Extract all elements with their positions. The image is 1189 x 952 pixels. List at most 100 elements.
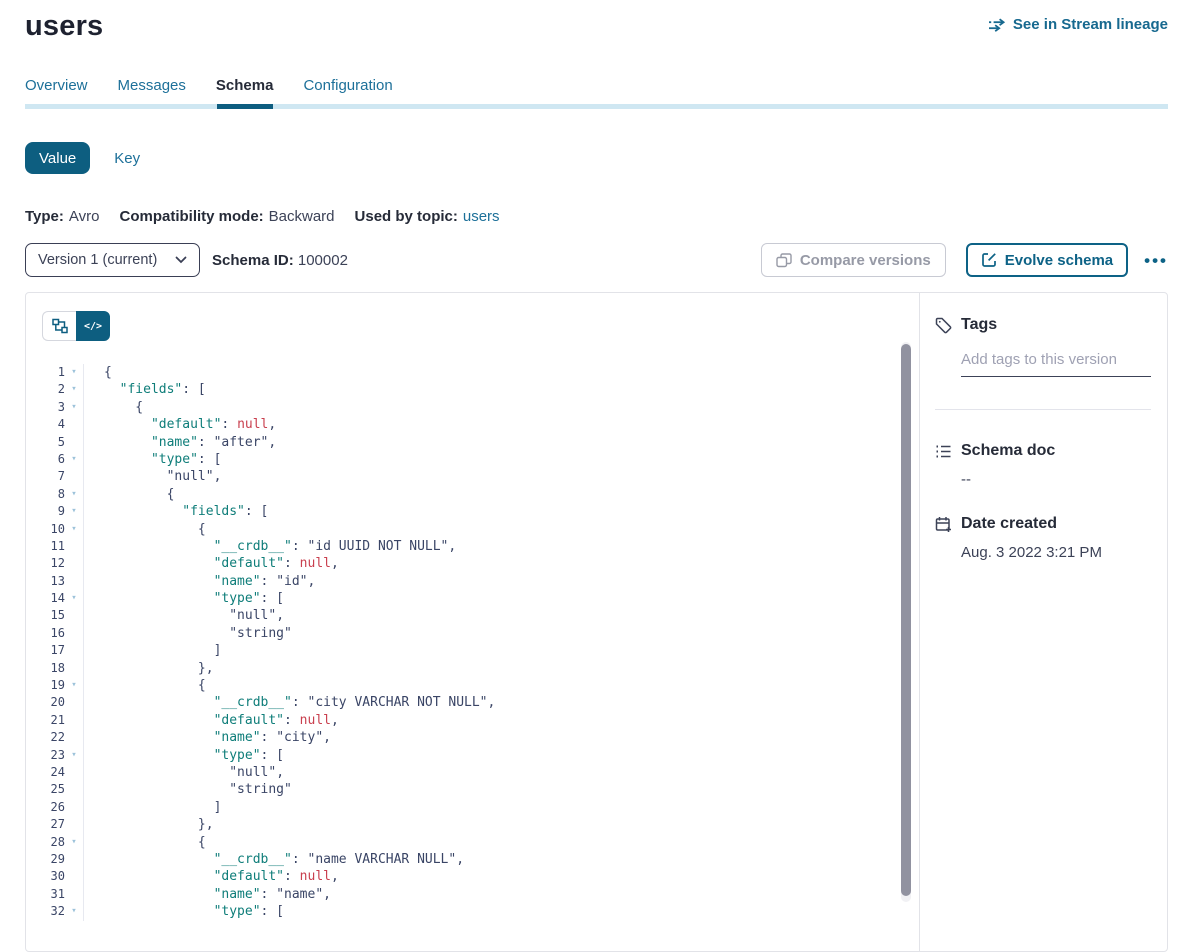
line-number: 20 <box>31 694 65 711</box>
fold-arrow-icon[interactable]: ▾ <box>65 677 83 694</box>
code-text: { <box>84 486 174 503</box>
code-line: 15"null", <box>26 607 919 624</box>
code-text: { <box>84 677 206 694</box>
fold-arrow-icon[interactable]: ▾ <box>65 834 83 851</box>
code-view-icon: </> <box>84 321 102 332</box>
line-number: 5 <box>31 434 65 451</box>
code-text: "name": "after", <box>84 434 276 451</box>
code-view-button[interactable]: </> <box>76 311 110 341</box>
code-text: }, <box>84 660 214 677</box>
code-line: 27}, <box>26 816 919 833</box>
code-line: 32▾"type": [ <box>26 903 919 920</box>
code-line: 21"default": null, <box>26 712 919 729</box>
fold-arrow-icon[interactable]: ▾ <box>65 486 83 503</box>
code-line: 2▾"fields": [ <box>26 381 919 398</box>
compare-versions-label: Compare versions <box>800 252 931 269</box>
chevron-down-icon <box>175 256 187 264</box>
fold-arrow-icon[interactable]: ▾ <box>65 364 83 381</box>
code-line: 8▾{ <box>26 486 919 503</box>
line-number: 30 <box>31 868 65 885</box>
more-actions-icon: ••• <box>1144 251 1168 270</box>
code-line: 31"name": "name", <box>26 886 919 903</box>
stream-lineage-icon <box>988 18 1006 32</box>
code-text: "__crdb__": "city VARCHAR NOT NULL", <box>84 694 495 711</box>
line-number: 21 <box>31 712 65 729</box>
list-icon <box>935 443 952 460</box>
compare-versions-icon <box>776 253 792 268</box>
code-line: 28▾{ <box>26 834 919 851</box>
schema-doc-value: -- <box>961 471 1151 488</box>
version-select[interactable]: Version 1 (current) <box>25 243 200 277</box>
stream-lineage-label: See in Stream lineage <box>1013 16 1168 33</box>
tab-overview[interactable]: Overview <box>25 77 88 104</box>
line-number: 27 <box>31 816 65 833</box>
code-line: 19▾{ <box>26 677 919 694</box>
view-mode-toggle: </> <box>42 311 110 341</box>
fold-arrow-icon[interactable]: ▾ <box>65 399 83 416</box>
fold-arrow-icon[interactable]: ▾ <box>65 451 83 468</box>
more-actions-button[interactable]: ••• <box>1144 252 1168 269</box>
schema-controls-row: Version 1 (current) Schema ID: 100002 Co… <box>25 243 1168 277</box>
tag-icon <box>935 317 952 334</box>
tab-bar: Overview Messages Schema Configuration <box>25 77 1168 109</box>
evolve-schema-button[interactable]: Evolve schema <box>966 243 1128 277</box>
code-text: "type": [ <box>84 590 284 607</box>
tab-messages[interactable]: Messages <box>118 77 186 104</box>
fold-arrow-icon[interactable]: ▾ <box>65 503 83 520</box>
compatibility-label: Compatibility mode: <box>119 208 263 225</box>
line-number: 11 <box>31 538 65 555</box>
code-text: "type": [ <box>84 747 284 764</box>
code-line: 23▾"type": [ <box>26 747 919 764</box>
fold-arrow-icon[interactable]: ▾ <box>65 521 83 538</box>
page-title: users <box>25 10 103 43</box>
code-line: 5 "name": "after", <box>26 434 919 451</box>
tree-view-button[interactable] <box>42 311 76 341</box>
line-number: 24 <box>31 764 65 781</box>
date-created-title: Date created <box>961 515 1057 533</box>
key-toggle-button[interactable]: Key <box>114 150 140 167</box>
code-line: 14▾"type": [ <box>26 590 919 607</box>
schema-json-editor: 1▾{2▾"fields": [3▾{4"default": null,5"na… <box>26 364 919 930</box>
code-text: "name": "id", <box>84 573 315 590</box>
fold-arrow-icon[interactable]: ▾ <box>65 381 83 398</box>
line-number: 25 <box>31 781 65 798</box>
code-text: "type": [ <box>84 451 221 468</box>
fold-arrow-icon[interactable]: ▾ <box>65 903 83 920</box>
code-line: 26] <box>26 799 919 816</box>
line-number: 3 <box>31 399 65 416</box>
fold-arrow-icon[interactable]: ▾ <box>65 590 83 607</box>
code-line: 17] <box>26 642 919 659</box>
line-number: 16 <box>31 625 65 642</box>
line-number: 17 <box>31 642 65 659</box>
line-number: 1 <box>31 364 65 381</box>
line-number: 12 <box>31 555 65 572</box>
schema-doc-title: Schema doc <box>961 442 1055 460</box>
fold-arrow-icon[interactable]: ▾ <box>65 747 83 764</box>
code-text: "string" <box>84 781 292 798</box>
page-header: users See in Stream lineage <box>25 0 1168 43</box>
add-tags-input[interactable] <box>961 351 1151 377</box>
schema-doc-section: Schema doc -- <box>935 442 1151 488</box>
schema-panel: </> 1▾{2▾"fields": [3▾{4"default": null,… <box>25 292 1168 952</box>
code-line: 10▾{ <box>26 521 919 538</box>
stream-lineage-link[interactable]: See in Stream lineage <box>988 16 1168 33</box>
schema-sidebar: Tags Schema doc -- <box>919 293 1167 951</box>
version-select-value: Version 1 (current) <box>38 252 157 268</box>
code-text: "default": null, <box>84 416 276 433</box>
compare-versions-button[interactable]: Compare versions <box>761 243 946 277</box>
compatibility-value: Backward <box>269 208 335 225</box>
line-number: 7 <box>31 468 65 485</box>
code-text: "name": "city", <box>84 729 331 746</box>
tab-schema[interactable]: Schema <box>216 77 274 104</box>
editor-scrollbar-thumb[interactable] <box>901 344 911 896</box>
sidebar-divider <box>935 409 1151 410</box>
code-text: ] <box>84 642 221 659</box>
topic-link[interactable]: users <box>463 208 500 225</box>
line-number: 28 <box>31 834 65 851</box>
code-line: 4"default": null, <box>26 416 919 433</box>
tags-section: Tags <box>935 316 1151 377</box>
editor-scrollbar <box>901 342 911 902</box>
tab-configuration[interactable]: Configuration <box>303 77 392 104</box>
value-toggle-button[interactable]: Value <box>25 142 90 174</box>
evolve-schema-label: Evolve schema <box>1005 252 1113 269</box>
